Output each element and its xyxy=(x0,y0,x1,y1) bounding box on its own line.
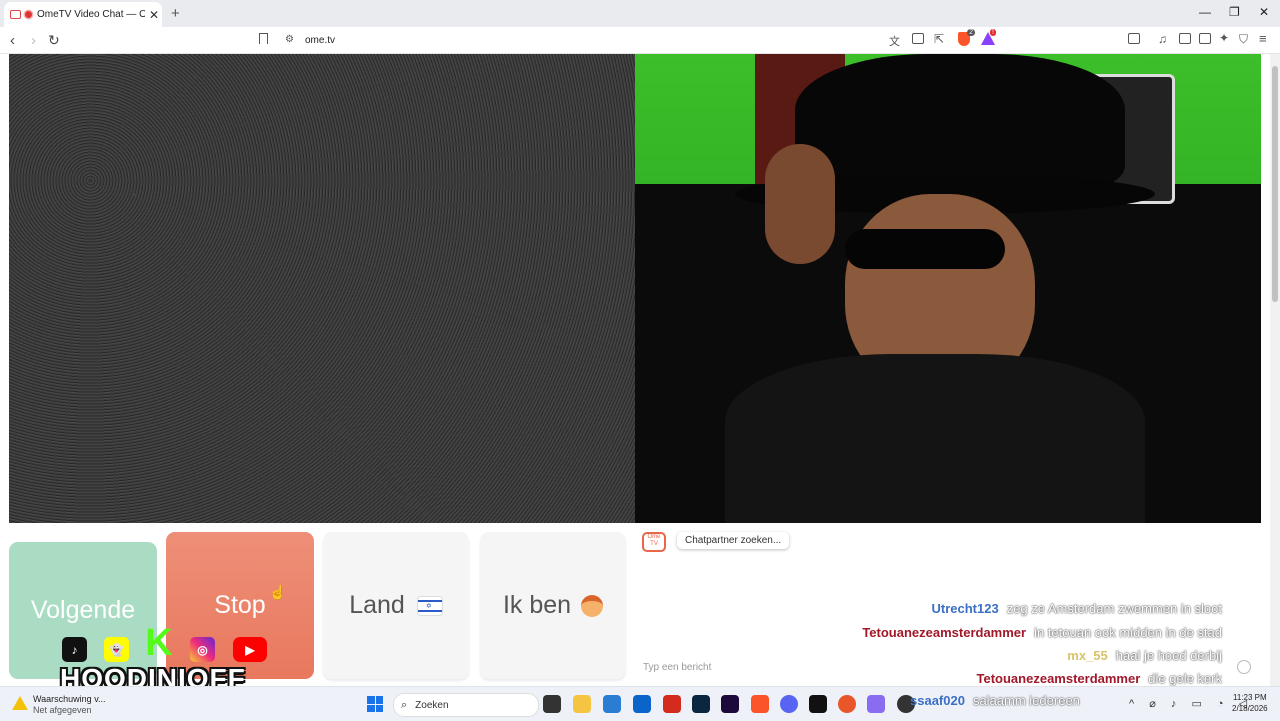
chat-username[interactable]: Tetouanezeamsterdammer xyxy=(977,671,1141,686)
taskbar-search[interactable]: ⌕ Zoeken xyxy=(393,693,539,717)
local-video-static xyxy=(9,54,635,523)
proton-icon[interactable] xyxy=(867,695,885,713)
brave-icon[interactable] xyxy=(751,695,769,713)
file-explorer-icon[interactable] xyxy=(573,695,591,713)
tab-strip xyxy=(0,0,1280,27)
chat-username[interactable]: Tetouanezeamsterdammer xyxy=(862,625,1026,640)
country-label: Land xyxy=(349,591,405,619)
share-icon[interactable]: ⇱ xyxy=(934,32,944,46)
site-info-icon[interactable]: ⚙ xyxy=(285,34,294,45)
firefox-icon[interactable] xyxy=(838,695,856,713)
stop-label: Stop xyxy=(214,591,266,619)
toolbar xyxy=(0,27,1280,54)
search-icon: ⌕ xyxy=(401,698,408,711)
chat-text: salaamm iedereen xyxy=(972,693,1080,708)
bookmark-icon[interactable] xyxy=(259,33,268,44)
partner-video xyxy=(635,54,1261,523)
chat-message: ssaaf020 salaamm iedereen xyxy=(910,693,1080,708)
premiere-icon[interactable] xyxy=(721,695,739,713)
search-placeholder: Zoeken xyxy=(415,699,449,711)
page-scrollbar[interactable] xyxy=(1270,54,1280,686)
menu-icon[interactable]: ≡ xyxy=(1259,31,1267,46)
url-field[interactable]: ome.tv xyxy=(305,35,335,46)
tab-search-icon[interactable] xyxy=(1128,33,1140,44)
minimize-button[interactable]: — xyxy=(1199,5,1211,19)
scrollbar-thumb[interactable] xyxy=(1272,66,1278,302)
taskbar-clock[interactable]: 11:23 PM 2/18/2026 xyxy=(1232,692,1268,714)
gender-button[interactable]: Ik ben xyxy=(480,532,626,679)
tab-title: OmeTV Video Chat — Omegle xyxy=(37,9,145,20)
chat-username[interactable]: Utrecht123 xyxy=(931,601,998,616)
brave-rewards-icon[interactable]: ! xyxy=(981,29,996,45)
new-tab-button[interactable]: + xyxy=(171,5,180,22)
next-label: Volgende xyxy=(30,596,136,624)
ometv-logo: Ome TV xyxy=(642,532,666,552)
cast-icon[interactable] xyxy=(912,33,924,44)
clock-date: 2/18/2026 xyxy=(1232,704,1268,713)
chat-status: Chatpartner zoeken... xyxy=(677,532,790,549)
acrobat-icon[interactable] xyxy=(663,695,681,713)
ometv-favicon-icon xyxy=(10,10,21,19)
boy-emoji-icon xyxy=(581,594,604,617)
kick-icon: K xyxy=(145,621,173,664)
outlook-icon[interactable] xyxy=(633,695,651,713)
chat-text: in tetouan ook midden in de stad xyxy=(1034,625,1222,640)
israel-flag-icon: ✡ xyxy=(416,595,443,616)
wallet-icon[interactable] xyxy=(1199,33,1211,44)
gender-label: Ik ben xyxy=(502,591,572,619)
emoji-icon[interactable] xyxy=(1237,660,1251,674)
chat-message: Tetouanezeamsterdammer in tetouan ook mi… xyxy=(862,625,1222,640)
warning-icon[interactable] xyxy=(12,696,28,710)
restore-button[interactable]: ❐ xyxy=(1229,5,1240,19)
sidebar-icon[interactable] xyxy=(1179,33,1191,44)
tab-close-icon[interactable]: ✕ xyxy=(149,8,159,22)
media-icon[interactable]: ♫ xyxy=(1158,32,1167,46)
windows-start-icon[interactable] xyxy=(367,696,383,712)
chat-message: Utrecht123 zeg ze Amsterdam zwemmen in s… xyxy=(931,601,1222,616)
back-icon[interactable]: ‹ xyxy=(10,32,15,49)
chat-text: zeg ze Amsterdam zwemmen in sloot xyxy=(1006,601,1222,616)
weather-warning-subtitle: Net afgegeven xyxy=(33,705,92,715)
tab-active[interactable]: OmeTV Video Chat — Omegle ✕ xyxy=(4,2,162,27)
tiktok-icon: ♪ xyxy=(62,637,87,662)
clock-time: 11:23 PM xyxy=(1232,693,1267,702)
chat-username[interactable]: ssaaf020 xyxy=(910,693,965,708)
photoshop-icon[interactable] xyxy=(692,695,710,713)
discord-icon[interactable] xyxy=(780,695,798,713)
store-icon[interactable] xyxy=(603,695,621,713)
chat-text: die gele kerk xyxy=(1148,671,1222,686)
vpn-icon[interactable]: ⛉ xyxy=(1239,32,1248,47)
mouse-cursor-icon: ☝ xyxy=(269,584,287,600)
task-view-icon[interactable] xyxy=(543,695,561,713)
weather-warning-title[interactable]: Waarschuwing v... xyxy=(33,694,106,704)
recording-indicator-icon xyxy=(25,11,32,18)
chat-message: Tetouanezeamsterdammer die gele kerk xyxy=(977,671,1222,686)
message-placeholder: Typ een bericht xyxy=(643,662,712,673)
close-window-button[interactable]: ✕ xyxy=(1259,5,1269,19)
capcut-icon[interactable] xyxy=(809,695,827,713)
translate-icon[interactable]: 文 xyxy=(889,33,900,49)
brave-shields-icon[interactable]: 2 xyxy=(958,29,975,46)
forward-icon[interactable]: › xyxy=(31,32,36,49)
reload-icon[interactable]: ↻ xyxy=(48,32,60,49)
country-button[interactable]: Land ✡ xyxy=(323,532,469,679)
leo-ai-icon[interactable]: ✦ xyxy=(1219,31,1229,45)
youtube-icon: ▶ xyxy=(233,637,267,662)
instagram-icon: ◎ xyxy=(190,637,215,662)
snapchat-icon: 👻 xyxy=(104,637,129,662)
